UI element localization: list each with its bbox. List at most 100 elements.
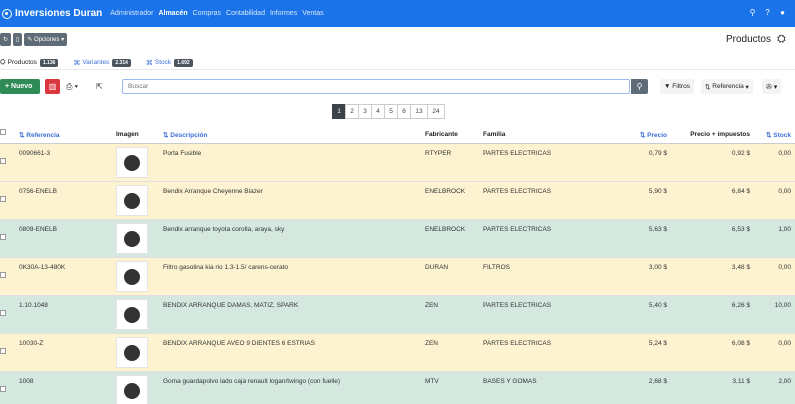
cell-precio-impuestos: 6,84 $ xyxy=(731,188,750,195)
cell-precio: 0,79 $ xyxy=(648,150,667,157)
brand-logo-icon xyxy=(2,8,12,19)
tab-label: Variantes xyxy=(82,59,110,66)
cell-precio: 5,40 $ xyxy=(648,302,667,309)
top-navbar: Inversiones Duran Administrador Almacén … xyxy=(0,0,795,27)
page-13[interactable]: 13 xyxy=(410,104,428,119)
cell-fabricante: RTYPER xyxy=(425,150,452,157)
table-row[interactable]: 0K30A-13-480K Filtro gasolina kia rio 1.… xyxy=(0,258,795,296)
tab-stock[interactable]: ⌘ Stock 1.692 xyxy=(146,58,193,67)
cell-stock: 2,00 xyxy=(778,378,791,385)
cell-precio: 5,63 $ xyxy=(648,226,667,233)
options-label: Opciones xyxy=(34,36,60,43)
tab-productos[interactable]: ⛭ Productos 1.136 xyxy=(0,58,59,67)
page-2[interactable]: 2 xyxy=(345,104,359,119)
bookmark-icon: ▯ xyxy=(16,37,20,43)
order-button[interactable]: ⇅ Referencia ▾ xyxy=(701,79,753,94)
options-button[interactable]: ✎ Opciones ▾ xyxy=(24,33,68,46)
cell-descripcion: BENDIX ARRANQUE DAMAS, MATIZ, SPARK xyxy=(163,302,299,309)
cell-descripcion: Bendix Arranque Cheyenne Blazer xyxy=(163,188,263,195)
help-icon[interactable]: ? xyxy=(763,8,772,17)
tabs: ⛭ Productos 1.136 ⌘ Variantes 2.314 ⌘ St… xyxy=(0,56,795,70)
cell-familia: PARTES ELECTRICAS xyxy=(483,150,552,157)
products-table: ⇅ Referencia Imagen ⇅ Descripción Fabric… xyxy=(0,127,795,404)
count-badge: 1.692 xyxy=(174,58,193,67)
page-5[interactable]: 5 xyxy=(384,104,398,119)
external-link-button[interactable]: ⇱ xyxy=(96,79,108,94)
nav-informes[interactable]: Informes xyxy=(270,10,297,17)
col-fabricante[interactable]: Fabricante xyxy=(425,131,458,138)
row-checkbox[interactable] xyxy=(0,310,6,316)
row-checkbox[interactable] xyxy=(0,386,6,392)
sitemap-icon: ⌘ xyxy=(73,59,81,67)
cubes-icon: ⛭ xyxy=(777,33,786,45)
cell-familia: PARTES ELECTRICAS xyxy=(483,226,552,233)
count-badge: 2.314 xyxy=(112,58,131,67)
user-icon[interactable]: ● xyxy=(778,8,787,17)
filters-button[interactable]: ▼ Filtros xyxy=(660,79,694,94)
nav-ventas[interactable]: Ventas xyxy=(302,10,323,17)
table-row[interactable]: 10030-Z BENDIX ARRANQUE AVEO 9 DIENTES 6… xyxy=(0,334,795,372)
col-imagen: Imagen xyxy=(116,131,139,138)
row-checkbox[interactable] xyxy=(0,348,6,354)
col-referencia[interactable]: ⇅ Referencia xyxy=(19,131,60,139)
search-icon[interactable]: ⚲ xyxy=(748,8,757,17)
search-button[interactable]: ⚲ xyxy=(631,79,648,94)
trash-icon: ▥ xyxy=(48,82,57,91)
cell-referencia: 0K30A-13-480K xyxy=(19,264,66,271)
col-familia[interactable]: Familia xyxy=(483,131,505,138)
product-image xyxy=(116,261,148,292)
table-row[interactable]: 0090661-3 Porta Fusible RTYPER PARTES EL… xyxy=(0,144,795,182)
col-stock[interactable]: ⇅ Stock xyxy=(766,131,791,139)
cell-referencia: 10030-Z xyxy=(19,340,44,347)
new-button[interactable]: + Nuevo xyxy=(0,79,40,94)
search-icon: ⚲ xyxy=(636,82,643,91)
col-precio[interactable]: ⇅ Precio xyxy=(640,131,667,139)
bookmark-button[interactable]: ▯ xyxy=(13,33,23,46)
brand[interactable]: Inversiones Duran xyxy=(2,8,110,19)
order-label: Referencia xyxy=(712,83,744,90)
page-3[interactable]: 3 xyxy=(358,104,372,119)
more-actions-button[interactable]: ✇ ▾ xyxy=(762,79,782,94)
select-all-checkbox[interactable] xyxy=(0,129,6,135)
tab-variantes[interactable]: ⌘ Variantes 2.314 xyxy=(73,58,131,67)
nav-administrador[interactable]: Administrador xyxy=(110,10,153,17)
cell-precio-impuestos: 6,08 $ xyxy=(731,340,750,347)
page-24[interactable]: 24 xyxy=(427,104,445,119)
table-row[interactable]: 1.10.1048 BENDIX ARRANQUE DAMAS, MATIZ, … xyxy=(0,296,795,334)
print-button[interactable]: ⎙ ▾ xyxy=(66,79,88,94)
cell-precio-impuestos: 3,48 $ xyxy=(731,264,750,271)
new-label: Nuevo xyxy=(11,83,33,90)
cell-referencia: 1008 xyxy=(19,378,34,385)
cell-referencia: 0809-ENELB xyxy=(19,226,57,233)
col-descripcion[interactable]: ⇅ Descripción xyxy=(163,131,207,139)
plus-icon: + xyxy=(5,83,10,90)
cell-familia: BASES Y GOMAS xyxy=(483,378,537,385)
cubes-icon: ⛭ xyxy=(0,58,6,66)
cell-precio: 5,90 $ xyxy=(648,188,667,195)
cell-precio: 2,68 $ xyxy=(648,378,667,385)
product-image xyxy=(116,147,148,178)
table-row[interactable]: 0756-ENELB Bendix Arranque Cheyenne Blaz… xyxy=(0,182,795,220)
delete-button[interactable]: ▥ xyxy=(45,79,60,94)
cell-familia: PARTES ELECTRICAS xyxy=(483,188,552,195)
page-4[interactable]: 4 xyxy=(371,104,385,119)
product-image xyxy=(116,375,148,404)
row-checkbox[interactable] xyxy=(0,196,6,202)
search-input[interactable] xyxy=(122,79,630,94)
page-6[interactable]: 6 xyxy=(397,104,411,119)
cell-familia: PARTES ELECTRICAS xyxy=(483,340,552,347)
col-precio-impuestos[interactable]: Precio + impuestos xyxy=(690,131,750,138)
nav-almacen[interactable]: Almacén xyxy=(158,10,187,17)
table-row[interactable]: 0809-ENELB Bendix arranque toyota coroll… xyxy=(0,220,795,258)
page-1[interactable]: 1 xyxy=(332,104,346,119)
row-checkbox[interactable] xyxy=(0,234,6,240)
page-toolbar: ↻ ▯ ✎ Opciones ▾ xyxy=(0,33,68,46)
cell-stock: 0,00 xyxy=(778,340,791,347)
row-checkbox[interactable] xyxy=(0,272,6,278)
refresh-button[interactable]: ↻ xyxy=(0,33,12,46)
nav-contabilidad[interactable]: Contabilidad xyxy=(226,10,265,17)
row-checkbox[interactable] xyxy=(0,158,6,164)
cell-precio-impuestos: 6,26 $ xyxy=(731,302,750,309)
nav-compras[interactable]: Compras xyxy=(193,10,221,17)
table-row[interactable]: 1008 Goma guardapolvo lado caja renault … xyxy=(0,372,795,404)
